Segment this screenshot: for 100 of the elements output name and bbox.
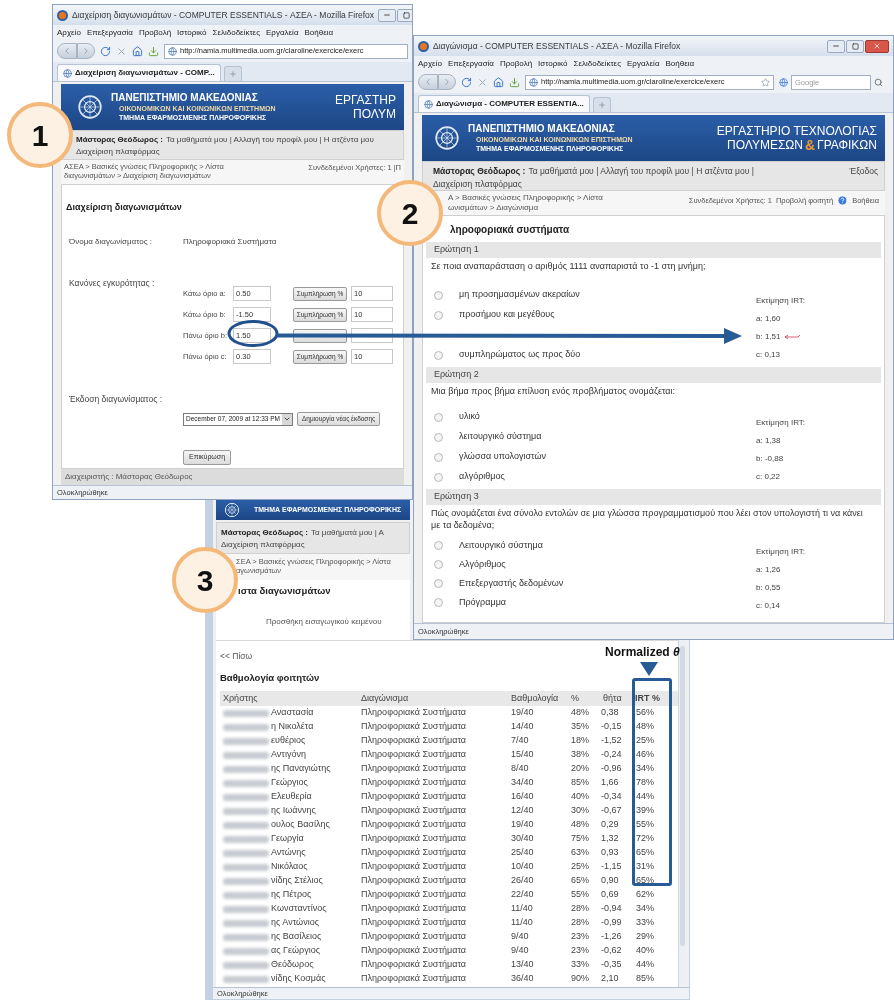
menu-item[interactable]: Αρχείο	[418, 57, 442, 70]
reload-icon[interactable]	[100, 45, 111, 57]
table-cell-text: 22/40	[510, 888, 535, 902]
back-button[interactable]	[57, 43, 77, 59]
menu-item[interactable]: Ιστορικό	[177, 26, 207, 39]
scrollbar[interactable]	[678, 640, 686, 987]
radio-button[interactable]	[434, 290, 443, 300]
back-link[interactable]: << Πίσω	[220, 650, 253, 662]
radio-button[interactable]	[434, 541, 443, 550]
menu-item[interactable]: Σελιδοδείκτες	[573, 57, 622, 70]
lab-name: ΕΡΓΑΣΤΗΡΙΟ ΤΕΧΝΟΛΟΓΙΑΣ	[716, 124, 877, 138]
field-label: Έκδοση διαγωνίσματος :	[68, 393, 163, 406]
new-tab-button[interactable]	[223, 66, 242, 81]
maximize-icon	[402, 11, 410, 19]
intro-link[interactable]: Προσθήκη εισαγωγικού κειμένου	[266, 616, 410, 628]
table-cell-text: 65%	[570, 874, 590, 888]
table-cell-text: 23%	[570, 930, 590, 944]
table-cell: Αντώνης	[271, 846, 306, 860]
menu-item[interactable]: Εργαλεία	[627, 57, 660, 70]
table-cell-text: 55%	[635, 818, 655, 832]
radio-button[interactable]	[434, 310, 443, 320]
answer-option[interactable]: μη προσημασμένων ακεραίων	[459, 288, 580, 302]
star-icon[interactable]	[761, 77, 770, 87]
radio-button[interactable]	[434, 412, 443, 422]
column-header: %	[570, 692, 580, 705]
answer-option[interactable]: γλώσσα υπολογιστών	[459, 450, 546, 464]
menu-item[interactable]: Βοήθεια	[665, 57, 695, 70]
stop-icon[interactable]	[116, 45, 127, 57]
table-cell: νίδης Στέλιος	[271, 874, 323, 888]
scrollbar-thumb[interactable]	[680, 646, 685, 946]
help-icon[interactable]	[837, 195, 849, 207]
menu-item[interactable]: Προβολή	[500, 57, 533, 70]
download-icon[interactable]	[509, 76, 520, 88]
stop-icon[interactable]	[477, 76, 488, 88]
radio-button[interactable]	[434, 432, 443, 442]
home-icon[interactable]	[132, 45, 143, 57]
menu-item[interactable]: Εργαλεία	[266, 26, 299, 39]
back-button[interactable]	[418, 74, 438, 90]
breadcrumb[interactable]: Α > Βασικές γνώσεις Πληροφορικής > Λίστα	[448, 193, 603, 203]
menu-item[interactable]: Αρχείο	[57, 26, 81, 39]
radio-button[interactable]	[434, 472, 443, 482]
forward-button[interactable]	[438, 74, 456, 90]
table-cell: Νικόλαος	[271, 860, 308, 874]
new-tab-button[interactable]	[592, 97, 611, 112]
table-cell-text: 9/40	[510, 944, 530, 958]
answer-option[interactable]: υλικό	[459, 410, 480, 424]
radio-button[interactable]	[434, 579, 443, 588]
user-links[interactable]: Τα μαθήματά μου | Α	[310, 527, 384, 539]
table-cell-text: 16/40	[510, 790, 535, 804]
table-cell-text: 48%	[570, 818, 590, 832]
browser-tab[interactable]: Διαγώνισμα - COMPUTER ESSENTIA...	[418, 95, 590, 112]
answer-option[interactable]: Λειτουργικό σύστημα	[459, 538, 543, 553]
answer-option[interactable]: συμπληρώματος ως προς δύο	[459, 348, 581, 362]
menu-item[interactable]: Βοήθεια	[304, 26, 334, 39]
home-icon[interactable]	[493, 76, 504, 88]
menu-item[interactable]: Επεξεργασία	[86, 26, 133, 39]
table-cell-text: Πληροφοριακά Συστήματα	[360, 846, 467, 860]
answer-option[interactable]: λειτουργικό σύστημα	[459, 430, 542, 444]
search-icon[interactable]	[874, 77, 883, 87]
menu-item[interactable]: Επεξεργασία	[447, 57, 494, 70]
radio-button[interactable]	[434, 350, 443, 360]
table-cell: Κωνσταντίνος	[271, 902, 327, 916]
irt-parameter: a: 1,60	[756, 313, 781, 325]
breadcrumb[interactable]: ωνισμάτων > Διαγώνισμα	[448, 203, 603, 213]
minimize-button[interactable]	[827, 39, 845, 53]
table-cell-text: 44%	[635, 958, 655, 972]
table-cell-text: -0,35	[600, 958, 623, 972]
user-links[interactable]: Τα μαθήματά μου | Αλλαγή του προφίλ μου | Η ατζέντα μου	[165, 134, 374, 146]
table-cell-text: -0,94	[600, 902, 623, 916]
blurred-name	[223, 947, 269, 955]
blurred-name	[223, 807, 269, 815]
irt-parameter: b: -0,88	[756, 453, 784, 465]
answer-option[interactable]: Πρόγραμμα	[459, 595, 507, 610]
admin-link[interactable]: Διαχείριση πλατφόρμας	[76, 146, 160, 158]
minimize-button[interactable]	[378, 8, 397, 22]
download-icon[interactable]	[148, 45, 159, 57]
irt-parameter: c: 0,14	[756, 600, 780, 612]
table-cell-text: 48%	[635, 720, 655, 734]
menu-item[interactable]: Προβολή	[139, 26, 172, 39]
browser-tab[interactable]: Διαχείριση διαγωνισμάτων - COMP...	[57, 64, 221, 81]
reload-icon[interactable]	[461, 76, 472, 88]
radio-button[interactable]	[434, 560, 443, 569]
logout-link[interactable]: Έξοδος	[849, 165, 878, 178]
blurred-name	[223, 779, 269, 787]
answer-option[interactable]: αλγόριθμος	[459, 470, 505, 484]
answer-option[interactable]: προσήμου και μεγέθους	[459, 308, 555, 322]
user-links[interactable]: Τα μαθήματά μου | Αλλαγή του προφίλ μου | Η ατζέντα μου |	[528, 165, 754, 178]
question-text: Σε ποια αναπαράσταση ο αριθμός 1111 αναπαριστά το -1 στη μνήμη;	[430, 260, 707, 273]
blurred-name	[223, 737, 269, 745]
maximize-button[interactable]	[397, 8, 412, 22]
answer-option[interactable]: Επεξεργαστής δεδομένων	[459, 576, 564, 591]
maximize-button[interactable]	[846, 39, 864, 53]
close-button[interactable]	[865, 39, 889, 53]
radio-button[interactable]	[434, 452, 443, 462]
menu-item[interactable]: Ιστορικό	[538, 57, 568, 70]
radio-button[interactable]	[434, 598, 443, 607]
answer-option[interactable]: Αλγόριθμος	[459, 557, 506, 572]
table-cell-text: 36/40	[510, 972, 535, 986]
forward-button[interactable]	[77, 43, 95, 59]
menu-item[interactable]: Σελιδοδείκτες	[212, 26, 261, 39]
